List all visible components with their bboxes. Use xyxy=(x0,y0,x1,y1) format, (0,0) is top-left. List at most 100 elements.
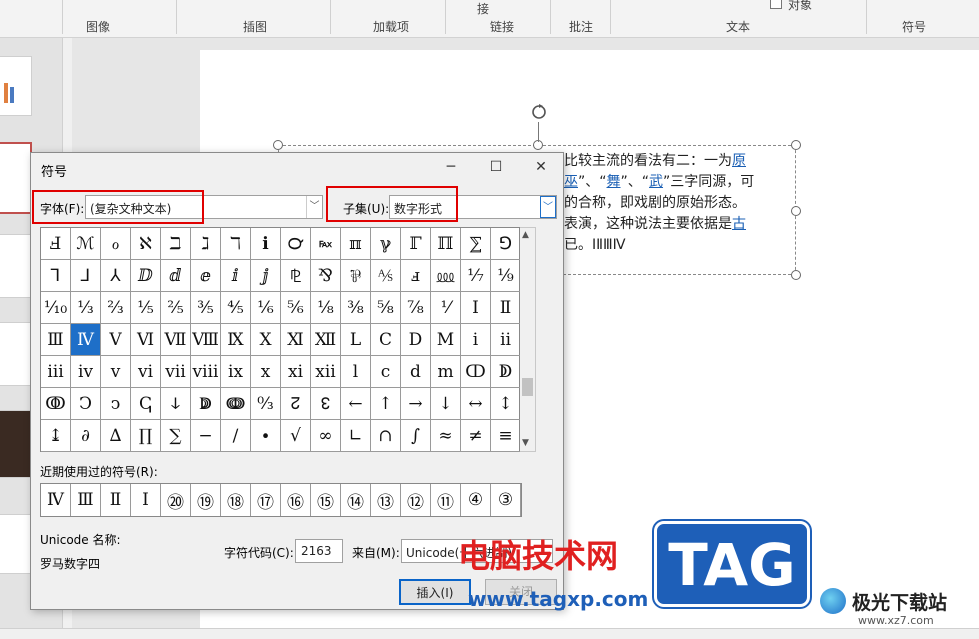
symbol-cell[interactable]: ℿ xyxy=(431,228,461,260)
symbol-cell[interactable]: ∩ xyxy=(371,420,401,452)
symbol-cell[interactable]: ∙ xyxy=(251,420,281,452)
recent-symbol-cell[interactable]: Ⅲ xyxy=(71,484,101,516)
symbol-cell[interactable]: √ xyxy=(281,420,311,452)
resize-handle[interactable] xyxy=(791,140,801,150)
symbol-cell[interactable]: ↂ xyxy=(41,388,71,420)
symbol-cell[interactable]: Ⅸ xyxy=(221,324,251,356)
slide-thumbnail-current[interactable] xyxy=(0,142,32,214)
ribbon-group-addins[interactable]: 加载项 xyxy=(373,18,409,35)
symbol-cell[interactable]: ⅺ xyxy=(281,356,311,388)
symbol-cell[interactable]: ⅅ xyxy=(131,260,161,292)
symbol-cell[interactable]: ⅔ xyxy=(101,292,131,324)
slide-thumbnail[interactable] xyxy=(0,410,32,478)
symbol-cell[interactable]: ℼ xyxy=(341,228,371,260)
symbol-cell[interactable]: ⅈ xyxy=(221,260,251,292)
symbol-cell[interactable]: ↕ xyxy=(491,388,521,420)
symbol-cell[interactable]: ℻ xyxy=(311,228,341,260)
minimize-button[interactable]: ─ xyxy=(441,159,461,175)
symbol-cell[interactable]: Ↄ xyxy=(71,388,101,420)
symbol-grid[interactable]: Ⅎ ℳℴ ℵ ℶ ℷ ℸ ℹ ℺ ℻ ℼ ℽ ℾ ℿ ⅀ ⅁ ⅂ ⅃ ⅄ ⅅⅆ ⅇ ⅈ ⅉ ⅊ ⅋ ⅌ ⅍ ⅎ ⅏ ⅐ ⅑ ⅒ ⅓ ⅔ ⅕ ⅖ ⅗ ⅘ ⅙… xyxy=(40,227,521,452)
symbol-cell[interactable]: Ⅷ xyxy=(191,324,221,356)
symbol-cell[interactable]: ⅊ xyxy=(281,260,311,292)
symbol-cell[interactable]: ⅀ xyxy=(461,228,491,260)
symbol-cell[interactable]: ⅗ xyxy=(191,292,221,324)
char-code-input[interactable]: 2163 xyxy=(295,539,343,563)
symbol-cell[interactable]: ℹ xyxy=(251,228,281,260)
symbol-cell[interactable]: ↇ xyxy=(191,388,221,420)
symbol-cell[interactable]: ⅖ xyxy=(161,292,191,324)
recent-symbol-cell[interactable]: ⑯ xyxy=(281,484,311,516)
symbol-cell[interactable]: ⅄ xyxy=(101,260,131,292)
symbol-cell[interactable]: Ⅱ xyxy=(491,292,521,324)
symbol-cell[interactable]: ⅿ xyxy=(431,356,461,388)
symbol-cell[interactable]: ↆ xyxy=(161,388,191,420)
scroll-down-icon[interactable]: ▼ xyxy=(522,438,529,448)
symbol-cell[interactable]: ⅉ xyxy=(251,260,281,292)
symbol-cell[interactable]: ⅰ xyxy=(461,324,491,356)
chevron-down-icon[interactable]: ﹀ xyxy=(540,196,556,218)
symbol-cell[interactable]: ⅻ xyxy=(311,356,341,388)
symbol-cell[interactable]: ↄ xyxy=(101,388,131,420)
symbol-cell[interactable]: ℸ xyxy=(221,228,251,260)
symbol-cell[interactable]: ↋ xyxy=(311,388,341,420)
symbol-cell[interactable]: ↈ xyxy=(221,388,251,420)
symbol-cell-selected[interactable]: Ⅳ xyxy=(71,324,101,356)
symbol-cell[interactable]: ⅏ xyxy=(431,260,461,292)
symbol-cell[interactable]: ⅷ xyxy=(191,356,221,388)
symbol-cell[interactable]: Ⅵ xyxy=(131,324,161,356)
close-button[interactable]: ✕ xyxy=(531,159,551,175)
maximize-button[interactable]: ☐ xyxy=(486,159,506,175)
recent-symbol-cell[interactable]: ⑮ xyxy=(311,484,341,516)
symbol-cell[interactable]: ⅾ xyxy=(401,356,431,388)
recent-symbol-cell[interactable]: ⑬ xyxy=(371,484,401,516)
symbol-cell[interactable]: ∆ xyxy=(101,420,131,452)
symbol-cell[interactable]: ⅍ xyxy=(371,260,401,292)
symbol-cell[interactable]: ⅕ xyxy=(131,292,161,324)
ribbon-group-symbols[interactable]: 符号 xyxy=(902,18,926,35)
recent-symbol-cell[interactable]: ⑱ xyxy=(221,484,251,516)
recent-symbol-cell[interactable]: Ⅱ xyxy=(101,484,131,516)
symbol-cell[interactable]: ⅽ xyxy=(371,356,401,388)
symbol-cell[interactable]: ⅛ xyxy=(311,292,341,324)
slide-text-line[interactable]: 比较主流的看法有二：一为原 xyxy=(564,151,746,172)
symbol-cell[interactable]: ⅎ xyxy=(401,260,431,292)
symbol-cell[interactable]: ↊ xyxy=(281,388,311,420)
slide-thumbnail[interactable] xyxy=(0,322,32,386)
symbol-cell[interactable]: ⅐ xyxy=(461,260,491,292)
chevron-down-icon[interactable]: ﹀ xyxy=(306,196,322,218)
recent-symbol-cell[interactable]: ⑪ xyxy=(431,484,461,516)
recent-symbol-cell[interactable]: ⑰ xyxy=(251,484,281,516)
symbol-cell[interactable]: ⅞ xyxy=(401,292,431,324)
symbol-cell[interactable]: ⅆ xyxy=(161,260,191,292)
scroll-up-icon[interactable]: ▲ xyxy=(522,230,529,240)
symbol-cell[interactable]: ⅲ xyxy=(41,356,71,388)
resize-handle[interactable] xyxy=(273,140,283,150)
symbol-cell[interactable]: ∫ xyxy=(401,420,431,452)
slide-text-line[interactable]: 已。ⅠⅡⅢⅣ xyxy=(564,235,626,256)
ribbon-group-illustrations[interactable]: 插图 xyxy=(243,18,267,35)
symbol-cell[interactable]: Ⅴ xyxy=(101,324,131,356)
symbol-cell[interactable]: ∏ xyxy=(131,420,161,452)
symbol-cell[interactable]: ↉ xyxy=(251,388,281,420)
symbol-cell[interactable]: ↓ xyxy=(431,388,461,420)
symbol-cell[interactable]: ≡ xyxy=(491,420,521,452)
symbol-cell[interactable]: ⅴ xyxy=(101,356,131,388)
symbol-cell[interactable]: ⅹ xyxy=(251,356,281,388)
symbol-cell[interactable]: Ⅿ xyxy=(431,324,461,356)
symbol-cell[interactable]: ⅳ xyxy=(71,356,101,388)
recent-symbol-cell[interactable]: ⑲ xyxy=(191,484,221,516)
insert-button[interactable]: 插入(I) xyxy=(399,579,471,605)
symbol-cell[interactable]: Ⅽ xyxy=(371,324,401,356)
symbol-cell[interactable]: ⅼ xyxy=(341,356,371,388)
symbol-cell[interactable]: ↑ xyxy=(371,388,401,420)
ribbon-group-links[interactable]: 链接 xyxy=(490,18,514,35)
symbol-cell[interactable]: ℴ xyxy=(101,228,131,260)
slide-thumbnail[interactable] xyxy=(0,514,32,574)
symbol-cell[interactable]: ∑ xyxy=(161,420,191,452)
recent-symbol-cell[interactable]: Ⅳ xyxy=(41,484,71,516)
symbol-cell[interactable]: ⅚ xyxy=(281,292,311,324)
ribbon-group-images[interactable]: 图像 xyxy=(86,18,110,35)
symbol-cell[interactable]: ⅑ xyxy=(491,260,521,292)
symbol-cell[interactable]: ⅋ xyxy=(311,260,341,292)
symbol-cell[interactable]: ℾ xyxy=(401,228,431,260)
